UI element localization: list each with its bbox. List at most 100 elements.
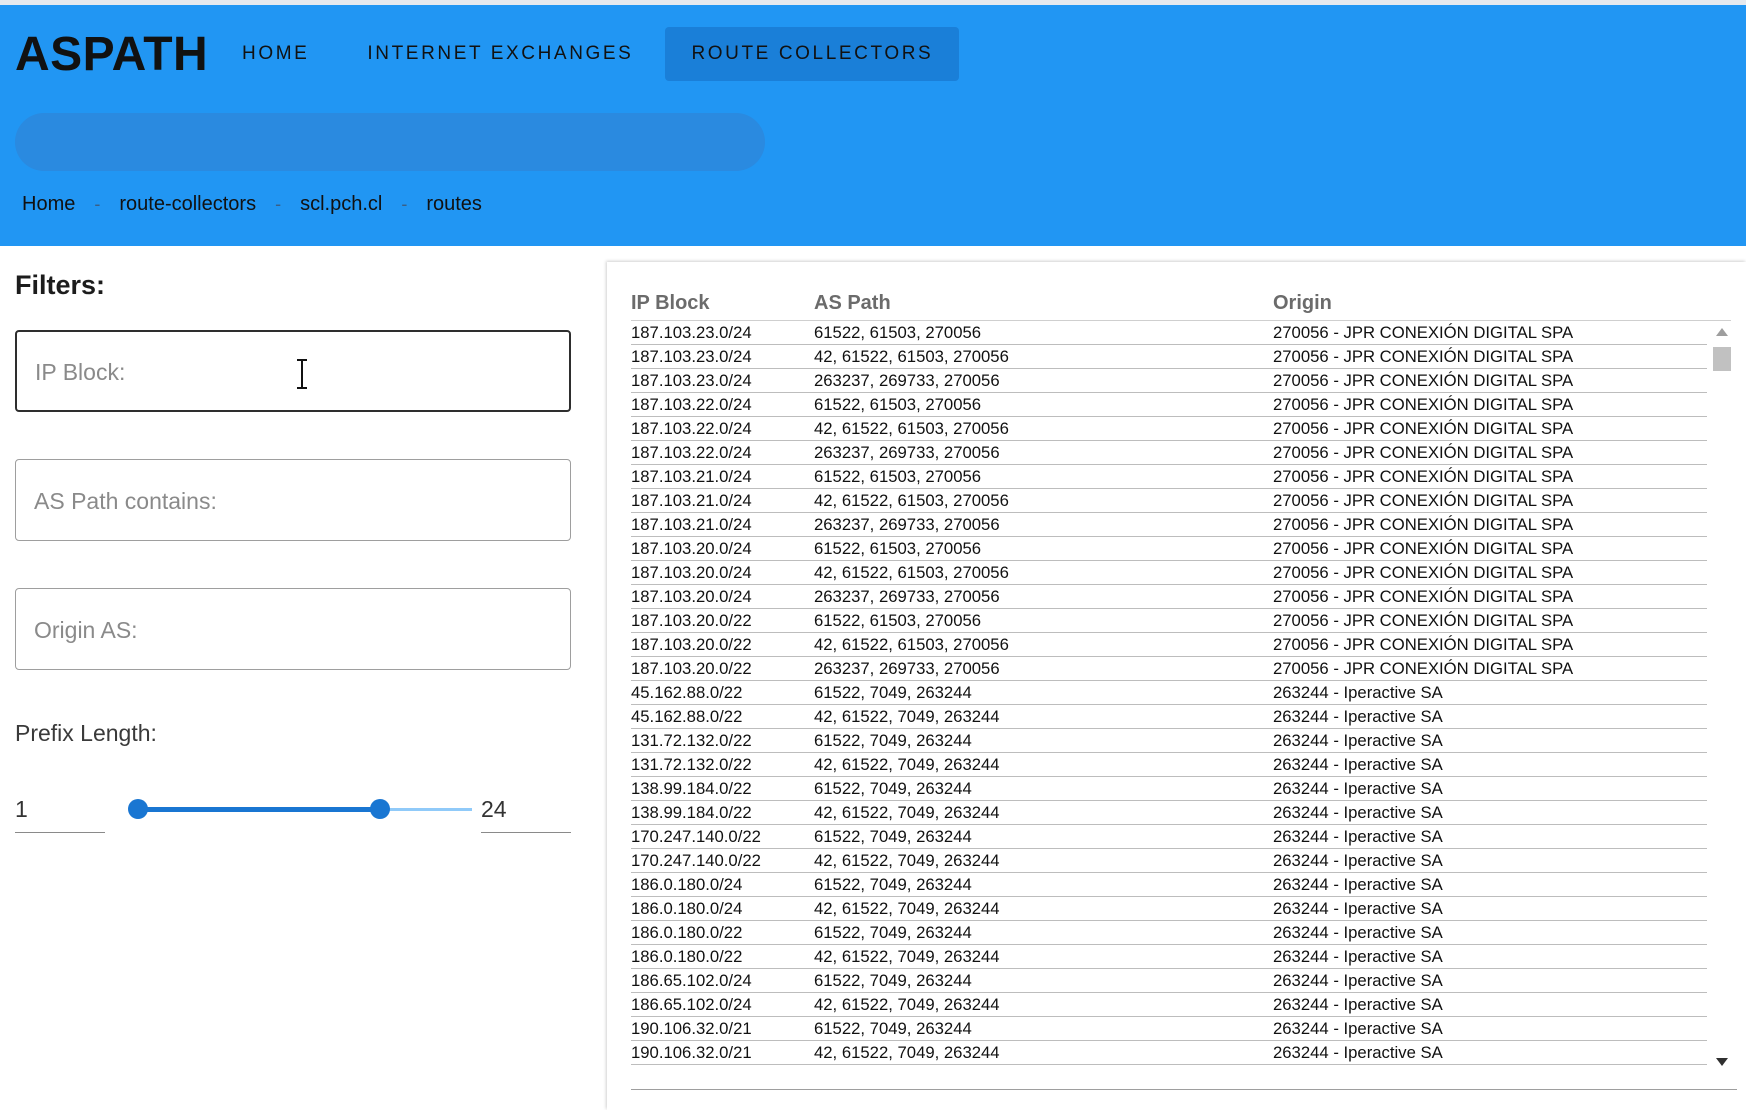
prefix-min-input[interactable]: 1 (15, 785, 105, 833)
prefix-length-slider[interactable] (128, 796, 472, 822)
cell-as-path: 61522, 7049, 263244 (814, 875, 972, 894)
table-row[interactable]: 190.106.32.0/21 61522, 7049, 263244 263244… (631, 1017, 1707, 1041)
ip-block-input[interactable] (33, 332, 537, 412)
search-bar[interactable] (15, 113, 765, 171)
cell-origin: 263244 - Iperactive SA (1273, 1043, 1443, 1062)
table-row[interactable]: 170.247.140.0/22 42, 61522, 7049, 263244 2… (631, 849, 1707, 873)
cell-ip-block: 186.0.180.0/24 (631, 875, 743, 894)
cell-origin: 263244 - Iperactive SA (1273, 731, 1443, 750)
origin-as-field[interactable] (15, 588, 571, 671)
cell-ip-block: 187.103.23.0/24 (631, 323, 752, 342)
table-row[interactable]: 190.106.32.0/21 42, 61522, 7049, 263244 26… (631, 1041, 1707, 1065)
cell-ip-block: 187.103.21.0/24 (631, 515, 752, 534)
table-row[interactable]: 187.103.22.0/24 42, 61522, 61503, 270056 2… (631, 417, 1707, 441)
table-row[interactable]: 187.103.20.0/22 61522, 61503, 270056 27005… (631, 609, 1707, 633)
table-row[interactable]: 186.65.102.0/24 42, 61522, 7049, 263244 26… (631, 993, 1707, 1017)
cell-origin: 270056 - JPR CONEXIÓN DIGITAL SPA (1273, 563, 1574, 582)
main-nav: HOME INTERNET EXCHANGES ROUTE COLLECTORS (216, 27, 960, 81)
scrollbar-thumb[interactable] (1713, 347, 1731, 371)
table-row[interactable]: 187.103.21.0/24 42, 61522, 61503, 270056 2… (631, 489, 1707, 513)
origin-as-input[interactable] (32, 589, 536, 671)
cell-ip-block: 187.103.21.0/24 (631, 467, 752, 486)
cell-as-path: 263237, 269733, 270056 (814, 659, 1000, 678)
cell-as-path: 42, 61522, 61503, 270056 (814, 635, 1009, 654)
table-row[interactable]: 45.162.88.0/22 42, 61522, 7049, 263244 263… (631, 705, 1707, 729)
cell-as-path: 42, 61522, 61503, 270056 (814, 563, 1009, 582)
cell-ip-block: 187.103.21.0/24 (631, 491, 752, 510)
cell-ip-block: 187.103.20.0/24 (631, 563, 752, 582)
table-row[interactable]: 187.103.20.0/22 263237, 269733, 270056 270… (631, 657, 1707, 681)
table-scrollbar[interactable] (1711, 322, 1733, 1072)
table-row[interactable]: 170.247.140.0/22 61522, 7049, 263244 26324… (631, 825, 1707, 849)
table-row[interactable]: 187.103.22.0/24 61522, 61503, 270056 27005… (631, 393, 1707, 417)
table-row[interactable]: 187.103.22.0/24 263237, 269733, 270056 270… (631, 441, 1707, 465)
table-row[interactable]: 138.99.184.0/22 61522, 7049, 263244 263244… (631, 777, 1707, 801)
as-path-field[interactable] (15, 459, 571, 542)
cell-origin: 263244 - Iperactive SA (1273, 875, 1443, 894)
table-row[interactable]: 187.103.21.0/24 263237, 269733, 270056 270… (631, 513, 1707, 537)
breadcrumb: Home - route-collectors - scl.pch.cl - r… (22, 193, 482, 216)
table-row[interactable]: 187.103.20.0/22 42, 61522, 61503, 270056 2… (631, 633, 1707, 657)
cell-as-path: 42, 61522, 7049, 263244 (814, 995, 1000, 1014)
table-row[interactable]: 45.162.88.0/22 61522, 7049, 263244 263244 … (631, 681, 1707, 705)
prefix-max-input[interactable]: 24 (481, 785, 571, 833)
text-cursor-icon (297, 359, 307, 389)
table-row[interactable]: 187.103.23.0/24 61522, 61503, 270056 27005… (631, 321, 1707, 345)
breadcrumb-home[interactable]: Home (22, 193, 75, 216)
cell-as-path: 42, 61522, 61503, 270056 (814, 419, 1009, 438)
header-as-path[interactable]: AS Path (814, 292, 1273, 320)
slider-thumb-max[interactable] (369, 799, 390, 819)
table-row[interactable]: 187.103.20.0/24 263237, 269733, 270056 270… (631, 585, 1707, 609)
cell-as-path: 263237, 269733, 270056 (814, 443, 1000, 462)
nav-home[interactable]: HOME (216, 27, 335, 81)
cell-origin: 270056 - JPR CONEXIÓN DIGITAL SPA (1273, 467, 1574, 486)
app-header: ASPATH HOME INTERNET EXCHANGES ROUTE COL… (0, 5, 1746, 246)
table-row[interactable]: 186.0.180.0/24 42, 61522, 7049, 263244 263… (631, 897, 1707, 921)
filters-panel: Filters: Prefix Length: 1 24 (15, 270, 573, 833)
cell-ip-block: 187.103.20.0/22 (631, 659, 752, 678)
breadcrumb-route-collectors[interactable]: route-collectors (119, 193, 256, 216)
table-row[interactable]: 138.99.184.0/22 42, 61522, 7049, 263244 26… (631, 801, 1707, 825)
scroll-down-arrow-icon[interactable] (1716, 1058, 1728, 1066)
table-header: IP Block AS Path Origin (631, 292, 1731, 321)
cell-ip-block: 186.65.102.0/24 (631, 971, 752, 990)
ip-block-field[interactable] (15, 330, 571, 412)
cell-origin: 263244 - Iperactive SA (1273, 899, 1443, 918)
as-path-input[interactable] (32, 460, 536, 542)
prefix-length-label: Prefix Length: (15, 720, 157, 746)
table-row[interactable]: 186.0.180.0/22 61522, 7049, 263244 263244 … (631, 921, 1707, 945)
table-row[interactable]: 187.103.20.0/24 61522, 61503, 270056 27005… (631, 537, 1707, 561)
cell-ip-block: 187.103.22.0/24 (631, 419, 752, 438)
slider-thumb-min[interactable] (128, 799, 148, 819)
header-origin[interactable]: Origin (1273, 292, 1707, 320)
cell-as-path: 61522, 7049, 263244 (814, 827, 972, 846)
header-ip-block[interactable]: IP Block (631, 292, 814, 320)
cell-ip-block: 187.103.20.0/24 (631, 539, 752, 558)
table-row[interactable]: 187.103.21.0/24 61522, 61503, 270056 27005… (631, 465, 1707, 489)
cell-origin: 263244 - Iperactive SA (1273, 803, 1443, 822)
table-body[interactable]: 187.103.23.0/24 61522, 61503, 270056 27005… (631, 321, 1707, 1069)
table-row[interactable]: 186.0.180.0/22 42, 61522, 7049, 263244 263… (631, 945, 1707, 969)
table-row[interactable]: 131.72.132.0/22 61522, 7049, 263244 263244… (631, 729, 1707, 753)
cell-ip-block: 45.162.88.0/22 (631, 707, 743, 726)
nav-internet-exchanges[interactable]: INTERNET EXCHANGES (341, 27, 659, 81)
table-row[interactable]: 187.103.20.0/24 42, 61522, 61503, 270056 2… (631, 561, 1707, 585)
table-row[interactable]: 131.72.132.0/22 42, 61522, 7049, 263244 26… (631, 753, 1707, 777)
table-row[interactable]: 187.103.23.0/24 263237, 269733, 270056 270… (631, 369, 1707, 393)
table-row[interactable]: 186.0.180.0/24 61522, 7049, 263244 263244 … (631, 873, 1707, 897)
cell-ip-block: 186.0.180.0/24 (631, 899, 743, 918)
cell-origin: 263244 - Iperactive SA (1273, 707, 1443, 726)
table-row[interactable]: 187.103.23.0/24 42, 61522, 61503, 270056 2… (631, 345, 1707, 369)
cell-origin: 270056 - JPR CONEXIÓN DIGITAL SPA (1273, 611, 1574, 630)
cell-origin: 263244 - Iperactive SA (1273, 947, 1443, 966)
cell-as-path: 61522, 61503, 270056 (814, 539, 982, 558)
scroll-up-arrow-icon[interactable] (1716, 328, 1728, 336)
nav-route-collectors[interactable]: ROUTE COLLECTORS (665, 27, 960, 81)
table-row[interactable]: 186.65.102.0/24 61522, 7049, 263244 263244… (631, 969, 1707, 993)
cell-as-path: 42, 61522, 7049, 263244 (814, 755, 1000, 774)
breadcrumb-separator: - (275, 194, 282, 214)
breadcrumb-collector[interactable]: scl.pch.cl (300, 193, 382, 216)
cell-as-path: 42, 61522, 61503, 270056 (814, 347, 1009, 366)
app-logo[interactable]: ASPATH (15, 27, 208, 82)
cell-origin: 263244 - Iperactive SA (1273, 971, 1443, 990)
